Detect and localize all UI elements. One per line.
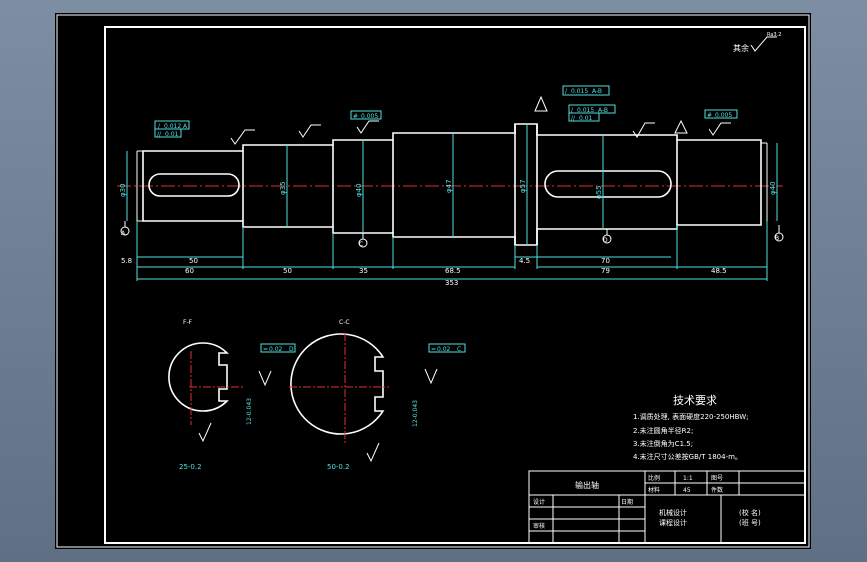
tolerance-frame-3: # 0.005 — [350, 110, 382, 120]
svg-text:0.015: 0.015 — [571, 88, 588, 95]
course-line-1: 机械设计 — [659, 508, 687, 517]
dim-35: 35 — [359, 267, 368, 275]
section-1-width: 25-0.2 — [179, 463, 202, 471]
material-label: 材料 — [648, 486, 660, 494]
svg-text:0.02: 0.02 — [437, 346, 451, 353]
datum-marker — [674, 119, 688, 134]
svg-text:/: / — [565, 88, 568, 95]
svg-text:=: = — [263, 346, 268, 353]
svg-text:0.02: 0.02 — [269, 346, 283, 353]
dim-68-5: 68.5 — [445, 267, 461, 275]
datum-a: A — [120, 221, 130, 237]
dim-50a: 50 — [189, 257, 198, 265]
section-2-depth: 12-0.043 — [412, 400, 419, 427]
tolerance-frame-8: = 0.02 D — [260, 343, 296, 353]
outer-border — [56, 14, 810, 548]
shaft-drawing: 其余 Ra3.2 φ30 φ35 φ40 φ47 φ57 φ55 φ40 / 0… — [56, 14, 810, 548]
dim-5-8: 5.8 — [121, 257, 132, 265]
dim-d3: φ40 — [355, 183, 363, 197]
datum-d: D — [602, 229, 612, 244]
svg-text:0.005: 0.005 — [361, 113, 378, 120]
dim-d1: φ30 — [119, 183, 127, 197]
svg-text:D: D — [289, 346, 294, 353]
designer-label: 设计 — [533, 498, 545, 506]
svg-text:C: C — [359, 241, 363, 248]
keyway-left — [148, 173, 240, 197]
roughness-symbol — [258, 370, 272, 387]
course-line-2: 课程设计 — [659, 518, 687, 527]
roughness-symbol — [298, 124, 321, 138]
tolerance-frame-4: / 0.015 A-B — [562, 85, 610, 96]
svg-text:0.005: 0.005 — [715, 112, 732, 119]
svg-text:#: # — [707, 112, 712, 119]
svg-text:A-B: A-B — [598, 107, 608, 114]
roughness-symbol — [230, 129, 255, 145]
svg-text:C: C — [457, 346, 461, 353]
svg-text:0.01: 0.01 — [165, 131, 179, 138]
roughness-general-label: 其余 — [733, 43, 749, 53]
class-id: (班 号) — [739, 518, 761, 527]
part-name: 输出轴 — [575, 480, 599, 490]
section-2-width: 50-0.2 — [327, 463, 350, 471]
scale-label: 比例 — [648, 474, 660, 482]
dim-60: 60 — [185, 267, 194, 275]
dim-50b: 50 — [283, 267, 292, 275]
svg-text:0.01: 0.01 — [579, 115, 593, 122]
datum-marker — [534, 95, 548, 112]
section-label-2: C-C — [339, 319, 350, 326]
dim-353: 353 — [445, 279, 458, 287]
count-label: 件数 — [711, 486, 723, 494]
dim-d2: φ35 — [279, 181, 287, 195]
roughness-symbol — [366, 442, 380, 463]
roughness-symbol — [356, 120, 379, 134]
keyway-right — [544, 170, 672, 198]
drawing-no-label: 图号 — [711, 475, 723, 482]
tolerance-frame-9: = 0.02 C — [428, 343, 466, 353]
tolerance-frame-7: # 0.005 — [704, 109, 738, 119]
dim-48-5: 48.5 — [711, 267, 727, 275]
tech-req-item: 3.未注倒角为C1.5; — [633, 439, 693, 448]
cad-drawing-canvas[interactable]: 其余 Ra3.2 φ30 φ35 φ40 φ47 φ57 φ55 φ40 / 0… — [55, 13, 811, 549]
datum-b: B — [774, 225, 784, 242]
svg-text:#: # — [353, 113, 358, 120]
section-label-1: F-F — [183, 319, 193, 326]
dim-d6: φ55 — [595, 185, 603, 199]
dim-d4: φ47 — [445, 179, 453, 193]
tech-req-item: 4.未注尺寸公差按GB/T 1804-m。 — [633, 452, 742, 461]
roughness-symbol — [198, 422, 212, 443]
date-label: 日期 — [621, 498, 633, 506]
dim-d5: φ57 — [519, 179, 527, 193]
dim-70: 70 — [601, 257, 610, 265]
scale-value: 1:1 — [683, 475, 693, 482]
svg-text:A: A — [121, 230, 126, 237]
svg-text:=: = — [431, 346, 436, 353]
checker-label: 审核 — [533, 522, 545, 530]
datum-c: C — [358, 233, 368, 248]
svg-text:B: B — [775, 235, 779, 242]
tech-req-item: 2.未注圆角半径R2; — [633, 426, 693, 435]
tolerance-frame-5: / 0.015 A-B // 0.01 — [568, 104, 616, 122]
tech-req-item: 1.调质处理, 表面硬度220-250HBW; — [633, 412, 748, 421]
roughness-symbol — [708, 122, 731, 136]
svg-text:D: D — [603, 237, 608, 244]
title-block — [528, 470, 806, 544]
dim-d7: φ40 — [769, 181, 777, 195]
dim-79: 79 — [601, 267, 610, 275]
roughness-general-value: Ra3.2 — [767, 32, 781, 38]
school-name: (校 名) — [739, 508, 761, 517]
tolerance-frame-1: / 0.012 A // 0.01 — [154, 120, 190, 138]
roughness-symbol — [424, 368, 438, 385]
dim-4-5: 4.5 — [519, 257, 530, 265]
section-1-depth: 12-0.043 — [246, 398, 253, 425]
roughness-general-symbol — [750, 36, 777, 52]
svg-text:A-B: A-B — [592, 88, 602, 95]
section-view-2 — [289, 333, 389, 445]
tech-req-title: 技术要求 — [673, 394, 717, 407]
material-value: 45 — [683, 487, 691, 494]
section-view-1 — [168, 342, 243, 425]
